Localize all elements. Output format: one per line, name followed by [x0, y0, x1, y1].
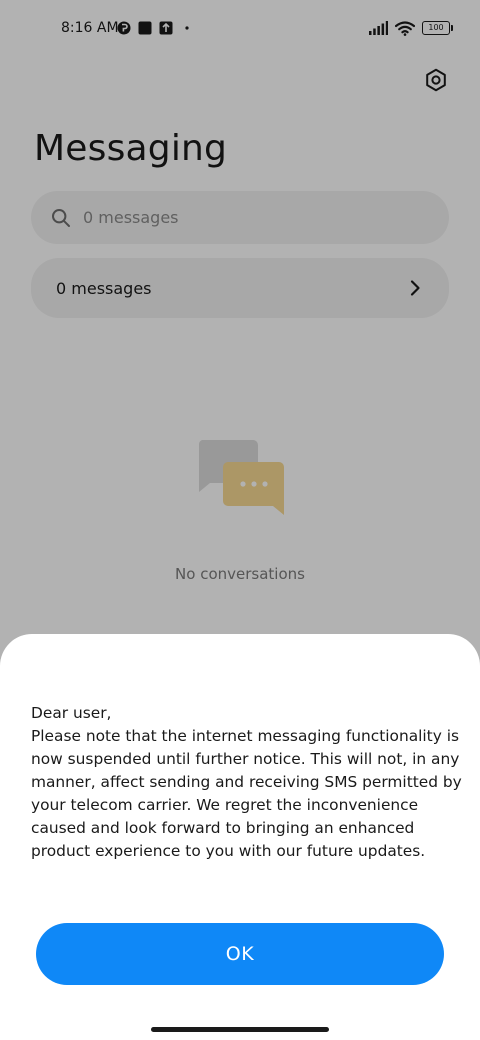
notice-message: Dear user, Please note that the internet…	[31, 704, 462, 860]
notice-bottom-sheet: Dear user, Please note that the internet…	[0, 634, 480, 1040]
messaging-screen: 8:16 AM 100 Messaging 0 messages 0 messa…	[0, 0, 480, 1040]
home-indicator[interactable]	[151, 1027, 329, 1032]
ok-button[interactable]: OK	[36, 923, 444, 985]
